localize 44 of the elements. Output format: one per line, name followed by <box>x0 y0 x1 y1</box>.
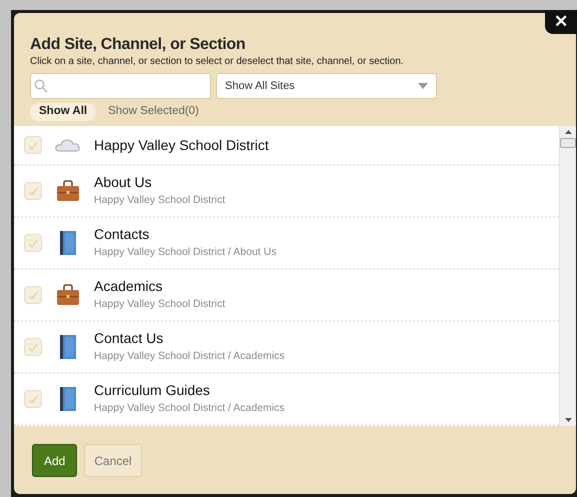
instructions-text: Click on a site, channel, or section to select or deselect that site, channel, or section. <box>30 55 405 69</box>
item-title[interactable]: Curriculum Guides <box>94 382 285 400</box>
checkbox[interactable] <box>24 234 42 252</box>
checkbox[interactable] <box>24 338 42 356</box>
item-title[interactable]: Academics <box>94 278 226 296</box>
item-title[interactable]: About Us <box>94 174 226 192</box>
check-icon <box>28 290 38 300</box>
book-icon <box>60 335 76 360</box>
check-icon <box>28 342 38 352</box>
book-icon <box>60 231 76 256</box>
dialog-title: Add Site, Channel, or Section <box>30 35 246 55</box>
add-button[interactable]: Add <box>32 444 78 477</box>
check-icon <box>28 140 38 150</box>
item-path: Happy Valley School District / Academics <box>94 349 285 364</box>
item-path: Happy Valley School District / About Us <box>94 245 276 260</box>
item-title[interactable]: Happy Valley School District <box>94 136 269 154</box>
scrollbar[interactable] <box>559 126 576 426</box>
checkbox[interactable] <box>24 136 42 154</box>
filter-tab[interactable]: Show Selected(0) <box>102 103 205 121</box>
checkbox[interactable] <box>24 390 42 408</box>
check-icon <box>28 394 38 404</box>
close-button[interactable]: ✕ <box>545 10 577 34</box>
check-icon <box>28 238 38 248</box>
search-icon <box>34 79 48 93</box>
item-path: Happy Valley School District <box>94 193 226 208</box>
check-icon <box>28 186 38 196</box>
checkbox[interactable] <box>24 182 42 200</box>
briefcase-icon <box>56 180 80 202</box>
checkbox[interactable] <box>24 286 42 304</box>
filter-tab[interactable]: Show All <box>30 103 96 121</box>
scroll-down-icon <box>564 418 572 422</box>
scroll-up-icon <box>564 130 572 134</box>
book-icon <box>60 387 76 412</box>
item-path: Happy Valley School District <box>94 297 226 312</box>
item-path: Happy Valley School District / Academics <box>94 401 285 416</box>
site-filter-dropdown[interactable]: Show All Sites <box>216 73 437 99</box>
briefcase-icon <box>56 284 80 306</box>
cloud-icon <box>55 138 81 152</box>
scroll-thumb[interactable] <box>560 138 576 148</box>
item-title[interactable]: Contact Us <box>94 330 285 348</box>
caret-icon <box>418 83 428 89</box>
item-title[interactable]: Contacts <box>94 226 276 244</box>
search-field[interactable] <box>30 73 211 99</box>
cancel-button[interactable]: Cancel <box>84 444 142 477</box>
